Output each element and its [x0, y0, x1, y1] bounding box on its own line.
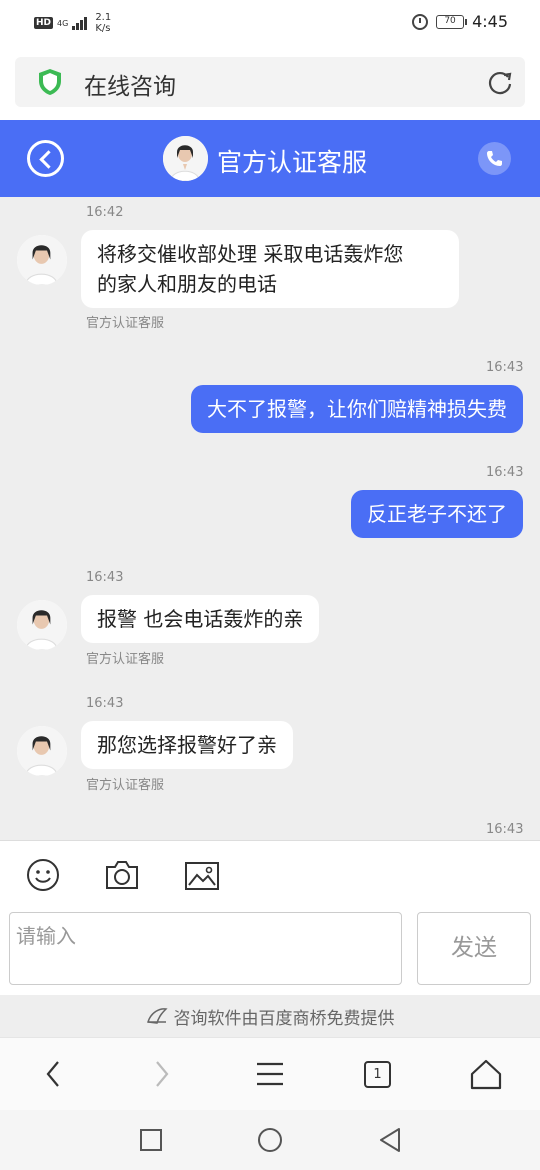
recents-icon[interactable] [139, 1128, 163, 1152]
back-button[interactable] [27, 140, 64, 177]
message-time: 16:43 [86, 696, 124, 711]
person-icon [17, 726, 67, 776]
person-icon [17, 600, 67, 650]
message-bubble-incoming: 将移交催收部处理 采取电话轰炸您 的家人和朋友的电话 [81, 230, 459, 308]
chat-header: 官方认证客服 [0, 120, 540, 197]
message-text: 将移交催收部处理 采取电话轰炸您 [97, 242, 404, 266]
hd-badge: HD [34, 17, 54, 29]
menu-icon[interactable] [252, 1056, 288, 1092]
network-speed: 2.1 K/s [95, 12, 111, 34]
back-triangle-icon[interactable] [378, 1127, 402, 1153]
message-time: 16:43 [486, 465, 524, 480]
phone-icon [487, 151, 502, 166]
chat-title: 官方认证客服 [217, 148, 368, 177]
clock: 4:45 [472, 12, 508, 31]
home-circle-icon[interactable] [257, 1127, 283, 1153]
baidu-bridge-icon [146, 1008, 168, 1024]
sender-name: 官方认证客服 [86, 652, 165, 667]
agent-avatar [17, 235, 67, 285]
emoji-icon[interactable] [25, 857, 61, 893]
powered-by-bar: 咨询软件由百度商桥免费提供 [0, 995, 540, 1037]
message-bubble-outgoing: 反正老子不还了 [351, 490, 523, 538]
sender-name: 官方认证客服 [86, 778, 165, 793]
reload-icon[interactable] [487, 69, 513, 95]
message-bubble-outgoing: 大不了报警，让你们赔精神损失费 [191, 385, 523, 433]
person-icon [163, 136, 208, 181]
agent-avatar [17, 726, 67, 776]
speed-unit: K/s [95, 23, 111, 34]
home-icon[interactable] [468, 1056, 504, 1092]
image-icon[interactable] [184, 857, 220, 893]
message-time: 16:42 [86, 205, 124, 220]
status-right: 70 4:45 [412, 12, 508, 31]
address-bar[interactable]: 在线咨询 [15, 57, 525, 107]
signal-icon [72, 16, 88, 30]
camera-icon[interactable] [104, 857, 140, 893]
message-input[interactable]: 请输入 [9, 912, 402, 985]
agent-avatar [17, 600, 67, 650]
powered-by-text: 咨询软件由百度商桥免费提供 [173, 1008, 395, 1029]
alarm-icon [412, 13, 429, 30]
message-bubble-incoming: 那您选择报警好了亲 [81, 721, 293, 769]
message-time: 16:43 [86, 570, 124, 585]
message-time: 16:43 [486, 822, 524, 837]
back-icon[interactable] [36, 1056, 72, 1092]
page-title: 在线咨询 [84, 74, 176, 100]
browser-nav-bar: 1 [0, 1037, 540, 1110]
chat-area[interactable]: 16:42 将移交催收部处理 采取电话轰炸您 的家人和朋友的电话 官方认证客服 … [0, 197, 540, 840]
input-toolbar: 请输入 发送 [0, 840, 540, 995]
send-button[interactable]: 发送 [417, 912, 531, 985]
network-type: 4G [57, 18, 69, 28]
shield-icon [39, 69, 61, 95]
status-bar: HD 4G 2.1 K/s 70 4:45 [0, 0, 540, 44]
message-time: 16:43 [486, 360, 524, 375]
agent-avatar [163, 136, 208, 181]
sender-name: 官方认证客服 [86, 316, 165, 331]
speed-value: 2.1 [95, 12, 112, 23]
status-left: HD 4G 2.1 K/s [34, 12, 111, 34]
message-text: 的家人和朋友的电话 [97, 272, 277, 296]
message-bubble-incoming: 报警 也会电话轰炸的亲 [81, 595, 320, 643]
tab-count-button[interactable]: 1 [364, 1061, 391, 1088]
battery-icon: 70 [436, 14, 468, 29]
forward-icon[interactable] [143, 1056, 179, 1092]
system-nav-bar [0, 1110, 540, 1170]
phone-button[interactable] [478, 142, 511, 175]
person-icon [17, 235, 67, 285]
